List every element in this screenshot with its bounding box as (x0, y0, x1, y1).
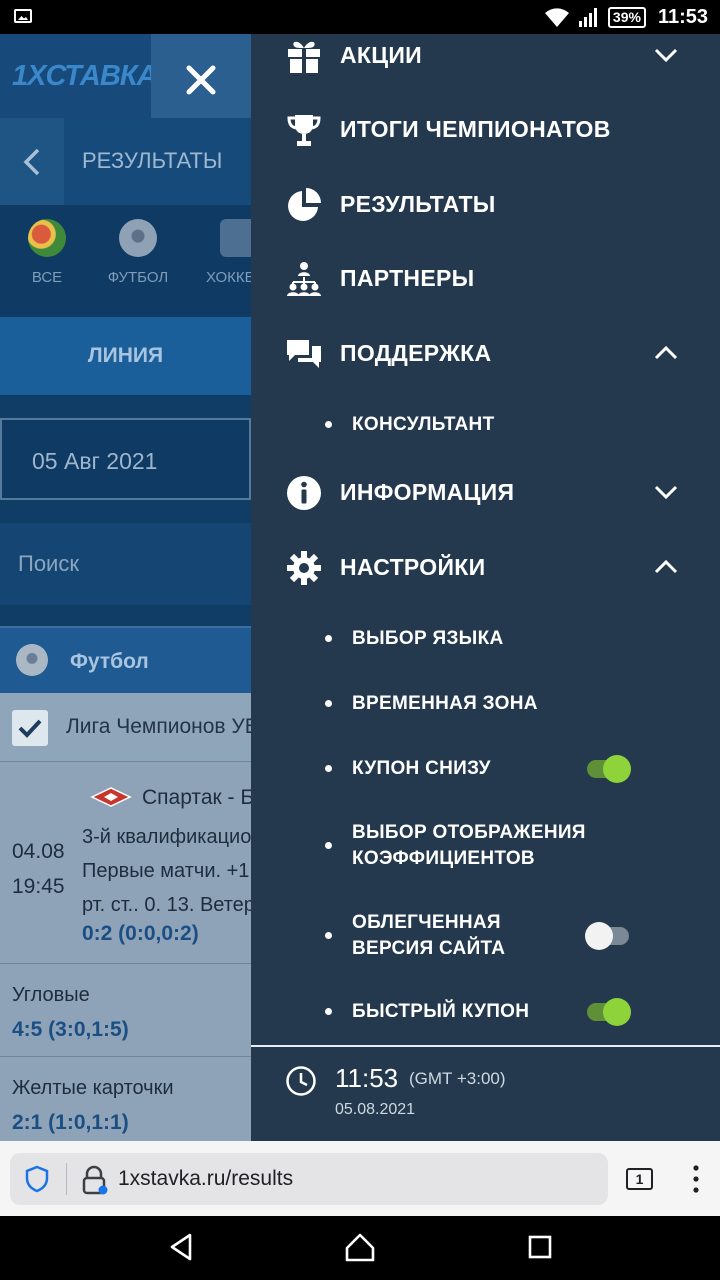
navigation-drawer: АКЦИИ ИТОГИ ЧЕМПИОНАТОВ РЕЗУЛЬТАТЫ ПАРТН… (251, 34, 720, 1141)
recent-apps-icon[interactable] (528, 1235, 552, 1259)
results-header: РЕЗУЛЬТАТЫ (0, 118, 251, 205)
footer-timezone: (GMT +3:00) (409, 1069, 506, 1088)
chevron-up-icon[interactable] (653, 554, 679, 580)
submenu-item-coupon-bottom[interactable]: КУПОН СНИЗУ (251, 754, 720, 784)
all-sports-icon (28, 219, 66, 257)
bullet (325, 765, 332, 772)
sport-filter-hockey[interactable]: ХОККЕЙ (190, 219, 251, 286)
bullet (325, 1008, 332, 1015)
image-notification-icon (14, 9, 32, 23)
submenu-item-consultant[interactable]: КОНСУЛЬТАНТ (251, 410, 720, 440)
menu-item-settings[interactable]: НАСТРОЙКИ (251, 539, 720, 599)
status-bar: 39% 11:53 (0, 0, 720, 34)
chat-icon (287, 340, 321, 368)
league-name: Лига Чемпионов УЕФА (66, 715, 251, 738)
match-title: Спартак - Бенфика (142, 786, 251, 809)
bullet (325, 842, 332, 849)
football-icon (119, 219, 157, 257)
football-icon (16, 644, 48, 676)
wifi-icon (544, 8, 569, 27)
divider (251, 1045, 720, 1047)
close-icon (186, 65, 216, 95)
submenu-item-language[interactable]: ВЫБОР ЯЗЫКА (251, 624, 720, 654)
battery-indicator: 39% (607, 6, 646, 28)
menu-item-information[interactable]: ИНФОРМАЦИЯ (251, 464, 720, 524)
address-separator (66, 1163, 67, 1195)
chevron-down-icon[interactable] (653, 479, 679, 505)
site-logo[interactable]: 1XСТАВКА (12, 60, 158, 93)
league-row[interactable]: Лига Чемпионов УЕФА (0, 693, 251, 761)
search-input[interactable]: Поиск (0, 523, 251, 605)
quick-coupon-toggle[interactable] (587, 998, 631, 1026)
sport-section-header[interactable]: Футбол (0, 626, 251, 693)
match-description: 3-й квалификационный Первые матчи. +1 рт… (82, 826, 251, 916)
chevron-up-icon[interactable] (653, 340, 679, 366)
line-tab-button[interactable]: ЛИНИЯ (0, 317, 251, 395)
page-title: РЕЗУЛЬТАТЫ (82, 148, 223, 173)
match-card[interactable]: Спартак - Бенфика 04.08 19:45 3-й квалиф… (0, 761, 251, 963)
tabs-button[interactable]: 1 (626, 1168, 653, 1190)
back-triangle-icon[interactable] (168, 1232, 194, 1262)
submenu-item-lite-version[interactable]: ОБЛЕГЧЕННАЯ ВЕРСИЯ САЙТА (251, 909, 720, 963)
shield-icon[interactable] (24, 1165, 50, 1193)
address-bar[interactable]: 1xstavka.ru/results (10, 1153, 608, 1205)
lock-icon[interactable] (80, 1165, 108, 1195)
hockey-icon (220, 219, 251, 257)
trophy-icon (287, 115, 321, 146)
stat-row-yellow-cards[interactable]: Желтые карточки 2:1 (1:0,1:1) (0, 1056, 251, 1141)
menu-item-results[interactable]: РЕЗУЛЬТАТЫ (251, 176, 720, 236)
gift-icon (288, 41, 320, 73)
info-icon (287, 476, 321, 510)
bullet (325, 932, 332, 939)
back-button[interactable] (0, 118, 64, 205)
clock-icon (286, 1066, 316, 1096)
bullet (325, 635, 332, 642)
sport-filter-football[interactable]: ФУТБОЛ (93, 219, 183, 286)
menu-item-support[interactable]: ПОДДЕРЖКА (251, 325, 720, 385)
spartak-logo-icon (90, 787, 132, 807)
bullet (325, 700, 332, 707)
more-vert-icon[interactable] (688, 1163, 704, 1195)
bullet (325, 421, 332, 428)
chevron-down-icon[interactable] (653, 42, 679, 68)
footer-time: 11:53 (335, 1063, 399, 1093)
chevron-left-icon (23, 148, 40, 175)
menu-item-championship-results[interactable]: ИТОГИ ЧЕМПИОНАТОВ (251, 101, 720, 161)
signal-icon (578, 8, 597, 27)
coupon-bottom-toggle[interactable] (587, 755, 631, 783)
gear-icon (287, 551, 321, 585)
sports-filter: ВСЕ ФУТБОЛ ХОККЕЙ (0, 205, 251, 317)
check-icon (18, 719, 42, 738)
date-field[interactable]: 05 Авг 2021 (0, 418, 251, 500)
match-score: 0:2 (0:0,0:2) (82, 922, 199, 945)
submenu-item-timezone[interactable]: ВРЕМЕННАЯ ЗОНА (251, 689, 720, 719)
browser-toolbar: 1xstavka.ru/results 1 (0, 1141, 720, 1216)
stat-row-corners[interactable]: Угловые 4:5 (3:0,1:5) (0, 963, 251, 1056)
partners-icon (287, 262, 321, 296)
footer-date: 05.08.2021 (335, 1101, 416, 1118)
menu-item-promotions[interactable]: АКЦИИ (251, 34, 720, 87)
url-text: 1xstavka.ru/results (118, 1167, 294, 1190)
sport-filter-all[interactable]: ВСЕ (2, 219, 92, 286)
pie-chart-icon (288, 188, 321, 221)
background-page: 1XСТАВКА РЕЗУЛЬТАТЫ ВСЕ ФУТБОЛ ХОККЕЙ ЛИ… (0, 34, 251, 1141)
match-datetime: 04.08 19:45 (12, 840, 65, 898)
submenu-item-odds-display[interactable]: ВЫБОР ОТОБРАЖЕНИЯ КОЭФФИЦИЕНТОВ (251, 819, 720, 873)
status-time: 11:53 (657, 5, 708, 28)
submenu-item-quick-coupon[interactable]: БЫСТРЫЙ КУПОН (251, 997, 720, 1027)
menu-item-partners[interactable]: ПАРТНЕРЫ (251, 250, 720, 310)
system-nav-bar (0, 1216, 720, 1280)
lite-version-toggle[interactable] (585, 922, 629, 950)
home-icon[interactable] (344, 1231, 376, 1263)
league-checkbox[interactable] (12, 710, 48, 746)
